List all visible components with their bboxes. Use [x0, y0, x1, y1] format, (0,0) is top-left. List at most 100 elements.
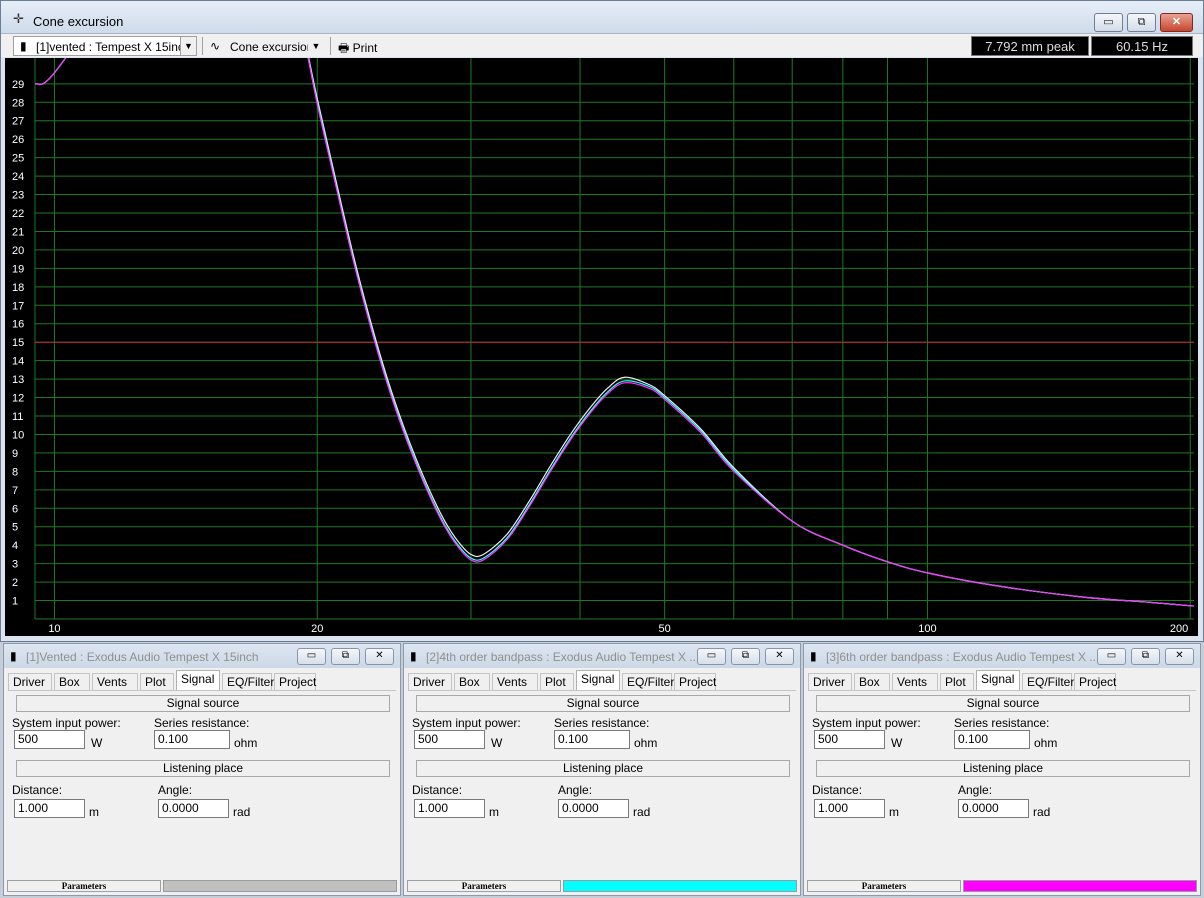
y-tick-label: 13 — [12, 374, 24, 386]
angle-field[interactable]: 0.0000 — [958, 799, 1029, 818]
close-button[interactable]: ✕ — [365, 648, 394, 665]
tab-signal[interactable]: Signal — [576, 670, 620, 691]
distance-field[interactable]: 1.000 — [414, 799, 485, 818]
minimize-button[interactable]: ▭ — [697, 648, 726, 665]
signal-source-header: Signal source — [16, 695, 390, 712]
resistance-unit: ohm — [1034, 736, 1058, 750]
restore-icon: ⧉ — [341, 650, 350, 661]
series-color-swatch — [963, 880, 1197, 892]
close-button[interactable]: ✕ — [1165, 648, 1194, 665]
project-window-titlebar[interactable]: ▮ [2]4th order bandpass : Exodus Audio T… — [404, 644, 800, 668]
system-input-power-field[interactable]: 500 — [814, 730, 885, 749]
tab-driver[interactable]: Driver — [408, 673, 452, 691]
tab-eq-filter[interactable]: EQ/Filter — [222, 673, 274, 691]
waveform-icon: ∿ — [210, 39, 221, 53]
restore-button[interactable]: ⧉ — [731, 648, 760, 665]
distance-label: Distance: — [812, 783, 863, 797]
project-select-value: [1]vented : Tempest X 15inch — [36, 40, 191, 54]
angle-label: Angle: — [958, 783, 993, 797]
close-icon: ✕ — [1171, 16, 1182, 28]
y-tick-label: 21 — [12, 226, 24, 238]
plot-type-select[interactable]: ∿ Cone excursion ▼ — [207, 36, 325, 56]
restore-button[interactable]: ⧉ — [331, 648, 360, 665]
y-tick-label: 24 — [12, 171, 24, 183]
tab-eq-filter[interactable]: EQ/Filter — [1022, 673, 1074, 691]
tab-vents[interactable]: Vents — [492, 673, 538, 691]
restore-button[interactable]: ⧉ — [1131, 648, 1160, 665]
y-tick-label: 16 — [12, 319, 24, 331]
toolbar: ▮ [1]vented : Tempest X 15inch ▼ ∿ Cone … — [1, 33, 1203, 57]
series-resistance-field[interactable]: 0.100 — [554, 730, 630, 749]
tab-plot[interactable]: Plot — [540, 673, 574, 691]
chevron-down-icon[interactable]: ▼ — [308, 37, 324, 55]
system-input-power-field[interactable]: 500 — [414, 730, 485, 749]
series-resistance-field[interactable]: 0.100 — [954, 730, 1030, 749]
chevron-down-icon[interactable]: ▼ — [180, 37, 196, 55]
excursion-plot[interactable]: 1 2 3 4 5 6 7 8 9 10 11 12 13 14 15 16 17 18 19 20 21 22 23 24 2… — [5, 58, 1198, 636]
y-tick-label: 12 — [12, 393, 24, 405]
minimize-button[interactable]: ▭ — [297, 648, 326, 665]
y-tick-label: 7 — [12, 485, 18, 497]
y-tick-label: 26 — [12, 134, 24, 146]
tab-vents[interactable]: Vents — [892, 673, 938, 691]
system-input-power-field[interactable]: 500 — [14, 730, 85, 749]
project-window-titlebar[interactable]: ▮ [1]Vented : Exodus Audio Tempest X 15i… — [4, 644, 400, 668]
project-select[interactable]: ▮ [1]vented : Tempest X 15inch ▼ — [13, 36, 197, 56]
title-bar[interactable]: ✛ Cone excursion ▭ ⧉ ✕ — [1, 1, 1203, 33]
tab-plot[interactable]: Plot — [140, 673, 174, 691]
excursion-readout: 7.792 mm peak — [971, 36, 1089, 56]
excursion-chart[interactable]: 1234567891011121314151617181920212223242… — [5, 58, 1198, 636]
tab-box[interactable]: Box — [454, 673, 490, 691]
tab-plot[interactable]: Plot — [940, 673, 974, 691]
y-tick-label: 4 — [12, 540, 18, 552]
x-tick-label: 100 — [918, 623, 936, 635]
y-tick-label: 1 — [12, 596, 18, 608]
resistance-unit: ohm — [634, 736, 658, 750]
series-resistance-label: Series resistance: — [154, 716, 250, 730]
minimize-button[interactable]: ▭ — [1094, 13, 1123, 32]
tab-project[interactable]: Project — [674, 673, 716, 691]
angle-field[interactable]: 0.0000 — [558, 799, 629, 818]
speaker-icon: ▮ — [20, 39, 27, 53]
distance-unit: m — [89, 805, 99, 819]
print-button[interactable]: 🖶 Print — [338, 39, 377, 60]
restore-button[interactable]: ⧉ — [1127, 13, 1156, 32]
project-window-2: ▮ [2]4th order bandpass : Exodus Audio T… — [403, 643, 801, 896]
tab-project[interactable]: Project — [274, 673, 316, 691]
angle-field[interactable]: 0.0000 — [158, 799, 229, 818]
close-icon: ✕ — [1175, 650, 1184, 661]
signal-source-header: Signal source — [416, 695, 790, 712]
tab-project[interactable]: Project — [1074, 673, 1116, 691]
tab-vents[interactable]: Vents — [92, 673, 138, 691]
restore-icon: ⧉ — [741, 650, 750, 661]
listening-place-header: Listening place — [816, 760, 1190, 777]
distance-unit: m — [889, 805, 899, 819]
y-tick-label: 17 — [12, 300, 24, 312]
distance-field[interactable]: 1.000 — [814, 799, 885, 818]
speaker-icon: ▮ — [10, 649, 17, 663]
tab-driver[interactable]: Driver — [808, 673, 852, 691]
y-tick-label: 23 — [12, 190, 24, 202]
tab-box[interactable]: Box — [854, 673, 890, 691]
minimize-icon: ▭ — [306, 650, 317, 661]
close-button[interactable]: ✕ — [1160, 13, 1193, 32]
tab-signal[interactable]: Signal — [176, 670, 220, 691]
distance-field[interactable]: 1.000 — [14, 799, 85, 818]
power-unit: W — [491, 736, 503, 750]
tab-eq-filter[interactable]: EQ/Filter — [622, 673, 674, 691]
series-color-swatch — [563, 880, 797, 892]
tab-driver[interactable]: Driver — [8, 673, 52, 691]
minimize-button[interactable]: ▭ — [1097, 648, 1126, 665]
window-title: Cone excursion — [33, 14, 124, 29]
series-resistance-field[interactable]: 0.100 — [154, 730, 230, 749]
y-tick-label: 10 — [12, 429, 24, 441]
project-window-titlebar[interactable]: ▮ [3]6th order bandpass : Exodus Audio T… — [804, 644, 1200, 668]
minimize-icon: ▭ — [1106, 650, 1117, 661]
tab-signal[interactable]: Signal — [976, 670, 1020, 691]
tab-box[interactable]: Box — [54, 673, 90, 691]
print-label: Print — [352, 41, 378, 55]
toolbar-divider — [202, 37, 203, 55]
system-input-power-label: System input power: — [812, 716, 921, 730]
close-button[interactable]: ✕ — [765, 648, 794, 665]
resistance-unit: ohm — [234, 736, 258, 750]
